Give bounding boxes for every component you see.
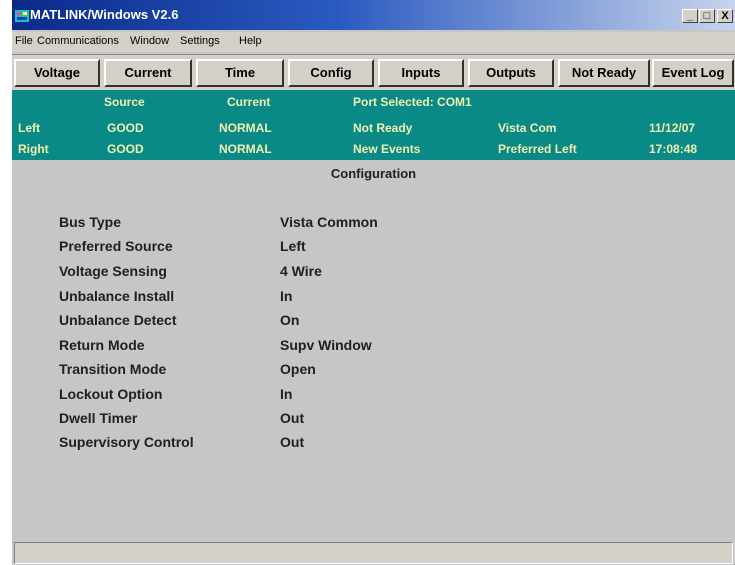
menu-window[interactable]: Window (130, 35, 169, 47)
config-button[interactable]: Config (288, 59, 374, 87)
config-label-voltage-sensing: Voltage Sensing (59, 263, 167, 279)
config-label-return-mode: Return Mode (59, 337, 145, 353)
status-bar (14, 542, 733, 564)
config-label-dwell-timer: Dwell Timer (59, 410, 138, 426)
left-bus: Vista Com (498, 121, 557, 135)
config-label-lockout-option: Lockout Option (59, 386, 163, 402)
left-source: GOOD (107, 121, 144, 135)
config-value-lockout-option: In (280, 386, 293, 402)
config-label-unbalance-detect: Unbalance Detect (59, 312, 177, 328)
outputs-button[interactable]: Outputs (468, 59, 554, 87)
time-button[interactable]: Time (196, 59, 284, 87)
toolbar: Voltage Current Time Config Inputs Outpu… (12, 54, 735, 91)
right-source: GOOD (107, 142, 144, 156)
close-button[interactable]: X (717, 9, 733, 23)
config-label-bus-type: Bus Type (59, 214, 121, 230)
right-label: Right (18, 142, 49, 156)
inputs-button[interactable]: Inputs (378, 59, 464, 87)
config-label-preferred-source: Preferred Source (59, 238, 173, 254)
config-label-transition-mode: Transition Mode (59, 361, 167, 377)
config-value-unbalance-detect: On (280, 312, 300, 328)
config-label-unbalance-install: Unbalance Install (59, 288, 175, 304)
source-header: Source (104, 95, 145, 109)
config-value-supervisory-control: Out (280, 434, 305, 450)
minimize-button[interactable]: _ (682, 9, 698, 23)
left-label: Left (18, 121, 40, 135)
config-value-return-mode: Supv Window (280, 337, 372, 353)
status-panel: Source Current Port Selected: COM1 Left … (12, 90, 735, 160)
menu-help[interactable]: Help (239, 35, 262, 47)
event-log-button[interactable]: Event Log (652, 59, 734, 87)
port-selected: Port Selected: COM1 (353, 95, 472, 109)
config-label-supervisory-control: Supervisory Control (59, 434, 194, 450)
configuration-title: Configuration (330, 166, 417, 181)
config-value-unbalance-install: In (280, 288, 293, 304)
maximize-button[interactable]: □ (699, 9, 715, 23)
menu-bar: File Communications Window Settings Help (12, 32, 735, 52)
app-icon (15, 10, 29, 22)
status-time: 17:08:48 (649, 142, 698, 156)
right-current: NORMAL (219, 142, 272, 156)
configuration-panel: Configuration Bus Type Vista Common Pref… (12, 160, 735, 540)
current-header: Current (227, 95, 271, 109)
config-value-preferred-source: Left (280, 238, 306, 254)
menu-settings[interactable]: Settings (180, 35, 220, 47)
config-value-dwell-timer: Out (280, 410, 305, 426)
not-ready-button[interactable]: Not Ready (558, 59, 650, 87)
config-value-transition-mode: Open (280, 361, 316, 377)
left-current: NORMAL (219, 121, 272, 135)
left-state: Not Ready (353, 121, 413, 135)
window-title: MATLINK/Windows V2.6 (30, 7, 179, 22)
menu-communications[interactable]: Communications (37, 35, 119, 47)
status-date: 11/12/07 (649, 121, 696, 135)
current-button[interactable]: Current (104, 59, 192, 87)
config-value-voltage-sensing: 4 Wire (280, 263, 322, 279)
right-state: New Events (353, 142, 421, 156)
right-preferred: Preferred Left (498, 142, 577, 156)
menu-file[interactable]: File (15, 35, 33, 47)
voltage-button[interactable]: Voltage (14, 59, 100, 87)
app-window: MATLINK/Windows V2.6 _ □ X File Communic… (12, 0, 735, 565)
config-value-bus-type: Vista Common (280, 214, 378, 230)
title-bar[interactable]: MATLINK/Windows V2.6 _ □ X (12, 0, 735, 30)
